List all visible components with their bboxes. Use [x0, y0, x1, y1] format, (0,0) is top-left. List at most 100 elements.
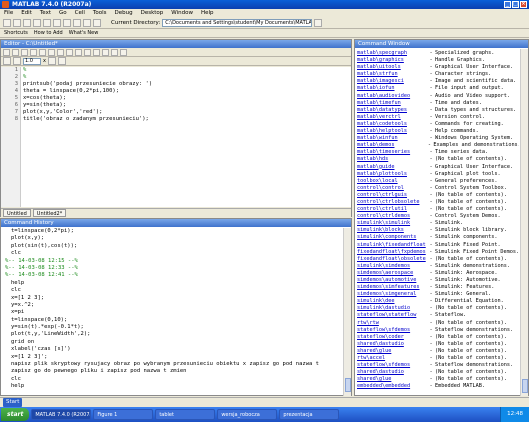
shortcuts-label[interactable]: Shortcuts — [4, 29, 28, 37]
maximize-icon[interactable]: □ — [512, 1, 519, 8]
menu-edit[interactable]: Edit — [21, 9, 32, 18]
history-entry[interactable]: help — [1, 280, 341, 287]
matlab-start-button[interactable]: Start — [3, 398, 23, 407]
new-file-icon[interactable] — [3, 19, 11, 27]
code-line[interactable]: x=cos(theta); — [23, 95, 152, 102]
history-entry[interactable]: x=[1 2 3]'; — [1, 354, 341, 361]
paste-icon[interactable] — [43, 19, 51, 27]
editor-paste-icon[interactable] — [48, 48, 55, 56]
toolbox-link[interactable]: simulink\dastudio — [357, 305, 427, 312]
code-line[interactable]: printsub('podaj przesuniecie obrazy: ') — [23, 81, 152, 88]
code-line[interactable]: % — [23, 67, 152, 74]
command-output[interactable]: matlab\specgraph - Specialized graphs. matl… — [357, 50, 519, 391]
toolbox-link[interactable]: shared\glue — [357, 376, 427, 383]
toolbox-link[interactable]: simulink\simdemos — [357, 263, 427, 270]
toolbox-link[interactable]: matlab\guide — [357, 164, 427, 171]
toolbox-link[interactable]: stateflow\stateflow — [357, 312, 427, 319]
history-entry[interactable]: plot(x,y); — [1, 235, 341, 242]
minimize-icon[interactable]: _ — [504, 1, 511, 8]
toolbox-link[interactable]: matlab\imagesci — [357, 78, 427, 85]
history-entry[interactable]: napisz plik skryptowy rysujacy obraz po … — [1, 361, 341, 368]
menu-debug[interactable]: Debug — [114, 9, 132, 18]
cell-eval-icon[interactable] — [3, 57, 11, 65]
history-entry[interactable]: x=[1 2 3]; — [1, 295, 341, 302]
toolbox-link[interactable]: rtw\rtw — [357, 320, 427, 327]
toolbox-link[interactable]: matlab\verctrl — [357, 114, 427, 121]
shortcuts-howto[interactable]: How to Add — [34, 29, 63, 37]
cell-run-icon[interactable] — [57, 57, 66, 65]
code-line[interactable]: plot(x,y,'Color','red'); — [23, 109, 152, 116]
editor-undo-icon[interactable] — [57, 48, 64, 56]
menu-text[interactable]: Text — [40, 9, 51, 18]
toolbox-link[interactable]: matlab\datatypes — [357, 107, 427, 114]
toolbox-link[interactable]: fixedandfloat\fxpdemos — [357, 249, 427, 256]
tab-untitled[interactable]: Untitled — [3, 209, 31, 217]
toolbox-link[interactable]: matlab\codetools — [357, 121, 427, 128]
toolbox-link[interactable]: toolbox\local — [357, 178, 427, 185]
editor-print-icon[interactable] — [75, 48, 82, 56]
shortcuts-whatsnew[interactable]: What's New — [69, 29, 99, 37]
editor-stack-icon[interactable] — [120, 48, 127, 56]
menu-desktop[interactable]: Desktop — [141, 9, 164, 18]
history-session-marker[interactable]: %-- 14-03-08 12:15 --% — [1, 258, 341, 265]
toolbox-link[interactable]: simdemos\aerospace — [357, 270, 427, 277]
toolbox-link[interactable]: simdemos\automotive — [357, 277, 427, 284]
toolbox-link[interactable]: embedded\embedded — [357, 383, 427, 390]
editor-find-icon[interactable] — [84, 48, 91, 56]
code-line[interactable]: title('obraz o zadanym przesunieciu'); — [23, 116, 152, 123]
toolbox-link[interactable]: matlab\winfun — [357, 135, 427, 142]
cell-minus-icon[interactable] — [13, 57, 21, 65]
menu-file[interactable]: File — [4, 9, 13, 18]
history-entry[interactable]: y=sin(t).*exp(-0.1*t); — [1, 324, 341, 331]
toolbox-link[interactable]: shared\dastudio — [357, 369, 427, 376]
history-entry[interactable]: help — [1, 383, 341, 390]
history-scroll-thumb[interactable] — [345, 378, 351, 392]
simulink-icon[interactable] — [73, 19, 81, 27]
editor-breakpoint-icon[interactable] — [93, 48, 100, 56]
cut-icon[interactable] — [23, 19, 31, 27]
browse-folder-icon[interactable] — [314, 19, 323, 27]
help-icon[interactable] — [93, 19, 101, 27]
history-entry[interactable]: clc — [1, 250, 341, 257]
toolbox-link[interactable]: matlab\timefun — [357, 100, 427, 107]
toolbox-link[interactable]: matlab\plottools — [357, 171, 427, 178]
copy-icon[interactable] — [33, 19, 41, 27]
toolbox-link[interactable]: control\control — [357, 185, 427, 192]
menu-cell[interactable]: Cell — [75, 9, 85, 18]
toolbox-link[interactable]: simulink\simulink — [357, 220, 427, 227]
editor-step-icon[interactable] — [111, 48, 118, 56]
open-file-icon[interactable] — [13, 19, 21, 27]
history-scrollbar[interactable] — [343, 228, 351, 396]
taskbar-item-figure[interactable]: Figure 1 — [93, 409, 154, 420]
taskbar-item-tablet[interactable]: tablet — [155, 409, 216, 420]
code-area[interactable]: 1 2 3 4 5 6 7 8 % % printsub('podaj prze… — [1, 67, 351, 207]
toolbox-link[interactable]: stateflow\sfdemos — [357, 362, 427, 369]
windows-start-button[interactable]: start — [1, 408, 30, 421]
current-dir-input[interactable]: C:\Documents and Settings\student\My Doc… — [162, 19, 313, 27]
history-entry[interactable]: grid on — [1, 339, 341, 346]
editor-copy-icon[interactable] — [39, 48, 46, 56]
toolbox-link[interactable]: control\ctrldemos — [357, 213, 427, 220]
toolbox-link[interactable]: simulink\blocks — [357, 227, 427, 234]
history-entry[interactable]: clc — [1, 287, 341, 294]
toolbox-link[interactable]: matlab\strfun — [357, 71, 427, 78]
close-icon[interactable]: × — [520, 1, 527, 8]
editor-run-icon[interactable] — [102, 48, 109, 56]
toolbox-link[interactable]: shared\dastudio — [357, 341, 427, 348]
taskbar-item-prezentacja[interactable]: prezentacja — [279, 409, 340, 420]
zoom-input[interactable]: 1.0 — [23, 57, 41, 65]
toolbox-link[interactable]: simulink\fixedandfloat — [357, 242, 427, 249]
toolbox-link[interactable]: simulink\components — [357, 234, 427, 241]
redo-icon[interactable] — [63, 19, 71, 27]
toolbox-link[interactable]: matlab\demos — [357, 142, 426, 149]
toolbox-link[interactable]: rtw\accel — [357, 355, 427, 362]
toolbox-link[interactable]: matlab\audiovideo — [357, 93, 427, 100]
toolbox-link[interactable]: shared\glue — [357, 348, 427, 355]
taskbar-item-matlab[interactable]: MATLAB 7.4.0 (R2007a) — [31, 409, 92, 420]
toolbox-link[interactable]: matlab\iofun — [357, 85, 427, 92]
history-session-marker[interactable]: %-- 14-03-08 12:33 --% — [1, 265, 341, 272]
history-entry[interactable]: clc — [1, 376, 341, 383]
history-entry[interactable]: t=linspace(0,10); — [1, 317, 341, 324]
toolbox-link[interactable]: matlab\graphics — [357, 57, 427, 64]
toolbox-link[interactable]: stateflow\sfdemos — [357, 327, 427, 334]
